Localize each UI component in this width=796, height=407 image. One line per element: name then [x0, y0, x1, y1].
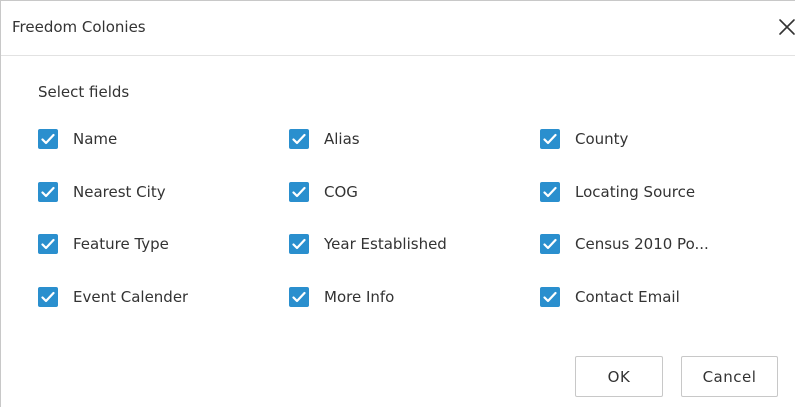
field-more-info[interactable]: More Info	[289, 286, 394, 308]
checkmark-icon	[292, 186, 306, 198]
field-name-checkbox[interactable]	[38, 129, 58, 149]
field-locating-source[interactable]: Locating Source	[540, 181, 695, 203]
dialog-title: Freedom Colonies	[12, 18, 146, 36]
field-event-calender-label: Event Calender	[73, 288, 189, 306]
field-alias-label: Alias	[324, 130, 360, 148]
field-alias-checkbox[interactable]	[289, 129, 309, 149]
field-feature-type-label: Feature Type	[73, 235, 169, 253]
field-more-info-label: More Info	[324, 288, 395, 306]
checkmark-icon	[292, 238, 306, 250]
checkmark-icon	[543, 186, 557, 198]
checkmark-icon	[41, 291, 55, 303]
field-event-calender[interactable]: Event Calender	[38, 286, 188, 308]
field-county-label: County	[575, 130, 629, 148]
select-fields-label: Select fields	[38, 83, 130, 101]
field-contact-email[interactable]: Contact Email	[540, 286, 680, 308]
checkmark-icon	[543, 291, 557, 303]
checkmark-icon	[543, 238, 557, 250]
field-name[interactable]: Name	[38, 128, 117, 150]
field-county-checkbox[interactable]	[540, 129, 560, 149]
field-nearest-city-checkbox[interactable]	[38, 182, 58, 202]
field-census-2010-population-label: Census 2010 Po...	[575, 235, 709, 253]
field-year-established-checkbox[interactable]	[289, 234, 309, 254]
checkmark-icon	[41, 133, 55, 145]
field-census-2010-population[interactable]: Census 2010 Po...	[540, 233, 709, 255]
dialog-header: Freedom Colonies	[1, 1, 795, 56]
checkmark-icon	[41, 238, 55, 250]
field-feature-type[interactable]: Feature Type	[38, 233, 169, 255]
field-cog[interactable]: COG	[289, 181, 358, 203]
field-more-info-checkbox[interactable]	[289, 287, 309, 307]
field-locating-source-label: Locating Source	[575, 183, 696, 201]
freedom-colonies-dialog: Freedom Colonies Select fields Name Alia…	[0, 0, 795, 407]
field-year-established-label: Year Established	[324, 235, 447, 253]
field-contact-email-label: Contact Email	[575, 288, 680, 306]
ok-button[interactable]: OK	[575, 356, 663, 397]
field-locating-source-checkbox[interactable]	[540, 182, 560, 202]
checkmark-icon	[292, 291, 306, 303]
checkmark-icon	[292, 133, 306, 145]
field-alias[interactable]: Alias	[289, 128, 360, 150]
field-cog-label: COG	[324, 183, 358, 201]
field-event-calender-checkbox[interactable]	[38, 287, 58, 307]
field-year-established[interactable]: Year Established	[289, 233, 447, 255]
field-census-2010-population-checkbox[interactable]	[540, 234, 560, 254]
field-cog-checkbox[interactable]	[289, 182, 309, 202]
close-icon	[779, 19, 795, 35]
close-button[interactable]	[777, 16, 796, 38]
checkmark-icon	[543, 133, 557, 145]
cancel-button[interactable]: Cancel	[681, 356, 778, 397]
checkmark-icon	[41, 186, 55, 198]
field-nearest-city[interactable]: Nearest City	[38, 181, 166, 203]
field-nearest-city-label: Nearest City	[73, 183, 166, 201]
field-feature-type-checkbox[interactable]	[38, 234, 58, 254]
field-contact-email-checkbox[interactable]	[540, 287, 560, 307]
field-name-label: Name	[73, 130, 118, 148]
field-county[interactable]: County	[540, 128, 628, 150]
